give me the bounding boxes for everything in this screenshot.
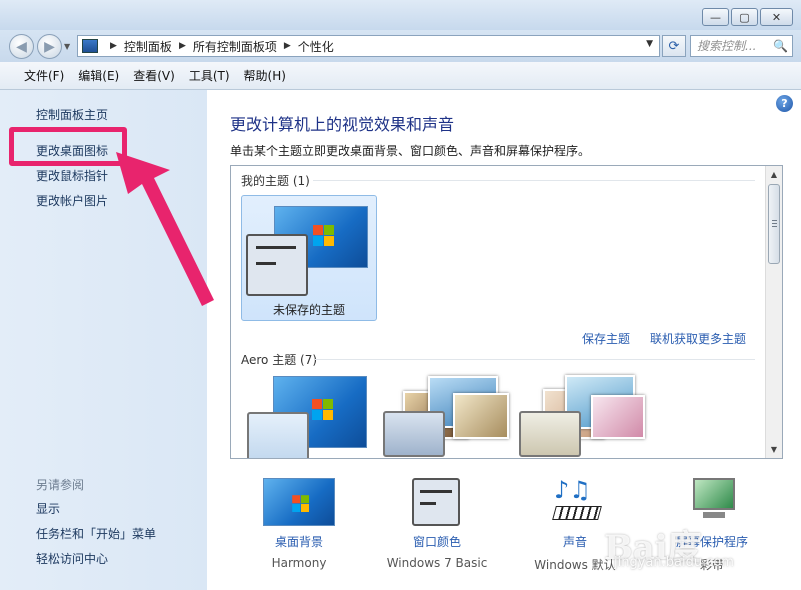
see-also-taskbar-start-menu[interactable]: 任务栏和「开始」菜单 bbox=[36, 525, 156, 542]
sidebar-item-change-account-picture[interactable]: 更改帐户图片 bbox=[36, 192, 108, 209]
windows-logo-icon bbox=[292, 495, 310, 513]
theme-aero-windows7[interactable] bbox=[247, 376, 377, 458]
search-box: 🔍 bbox=[690, 35, 793, 57]
desktop-background-value: Harmony bbox=[271, 556, 327, 570]
theme-aero-architecture[interactable] bbox=[383, 371, 513, 458]
title-bar: — ▢ ✕ bbox=[0, 0, 801, 30]
desktop-background-label: 桌面背景 bbox=[274, 535, 323, 549]
sidebar-item-control-panel-home[interactable]: 控制面板主页 bbox=[36, 106, 108, 123]
see-also-ease-of-access[interactable]: 轻松访问中心 bbox=[36, 550, 108, 567]
menu-file[interactable]: 文件(F) bbox=[24, 67, 64, 84]
main-content: ? 更改计算机上的视觉效果和声音 单击某个主题立即更改桌面背景、窗口颜色、声音和… bbox=[207, 90, 801, 590]
theme-unsaved[interactable]: 未保存的主题 bbox=[241, 195, 377, 321]
desktop-background-icon bbox=[263, 478, 335, 526]
windows-logo-icon bbox=[312, 399, 334, 421]
breadcrumb-all-items[interactable]: 所有控制面板项 bbox=[193, 38, 277, 55]
menu-tools[interactable]: 工具(T) bbox=[189, 67, 230, 84]
breadcrumb-separator-icon[interactable]: ▶ bbox=[110, 41, 117, 51]
page-subtitle: 单击某个主题立即更改桌面背景、窗口颜色、声音和屏幕保护程序。 bbox=[230, 144, 591, 158]
save-theme-link[interactable]: 保存主题 bbox=[582, 330, 630, 347]
theme-list: 我的主题 (1) 未保存的主题 保存主题 联机获取更多主题 Aero 主题 (7… bbox=[230, 165, 783, 459]
windows-logo-icon bbox=[313, 225, 335, 247]
my-themes-heading: 我的主题 (1) bbox=[241, 174, 310, 188]
see-also-display[interactable]: 显示 bbox=[36, 500, 60, 517]
sounds-icon: ♪♫ bbox=[548, 476, 604, 528]
sidebar-item-change-mouse-pointer[interactable]: 更改鼠标指针 bbox=[36, 167, 108, 184]
refresh-button[interactable]: ⟳ bbox=[662, 35, 686, 57]
minimize-button[interactable]: — bbox=[702, 8, 729, 26]
theme-name: 未保存的主题 bbox=[272, 303, 345, 317]
recent-pages-dropdown-icon[interactable]: ▼ bbox=[64, 42, 70, 51]
search-icon[interactable]: 🔍 bbox=[773, 39, 788, 53]
menu-view[interactable]: 查看(V) bbox=[133, 67, 175, 84]
control-panel-icon bbox=[82, 39, 98, 53]
scroll-thumb[interactable] bbox=[768, 184, 780, 264]
window-controls: — ▢ ✕ bbox=[702, 8, 793, 26]
back-button[interactable]: ◀ bbox=[9, 34, 34, 59]
see-also-heading: 另请参阅 bbox=[36, 478, 85, 492]
search-input[interactable] bbox=[691, 39, 773, 53]
get-more-themes-link[interactable]: 联机获取更多主题 bbox=[650, 330, 746, 347]
annotation-arrow-icon bbox=[116, 152, 214, 306]
page-title: 更改计算机上的视觉效果和声音 bbox=[230, 115, 455, 134]
music-note-icon: ♪♫ bbox=[554, 476, 591, 504]
piano-keys-icon bbox=[552, 506, 602, 520]
navigation-bar: ◀ ▶ ▼ ▶ 控制面板 ▶ 所有控制面板项 ▶ 个性化 ▼ ⟳ 🔍 bbox=[0, 30, 801, 62]
menu-help[interactable]: 帮助(H) bbox=[244, 67, 286, 84]
back-arrow-icon: ◀ bbox=[16, 38, 27, 55]
screen-saver-icon bbox=[689, 478, 739, 526]
desktop-background-setting[interactable]: 桌面背景 Harmony bbox=[234, 478, 364, 583]
watermark-url: jingyan.baidu.com bbox=[614, 555, 734, 570]
window-color-icon bbox=[412, 478, 460, 526]
menu-edit[interactable]: 编辑(E) bbox=[78, 67, 119, 84]
window-color-thumbnail bbox=[247, 412, 309, 458]
refresh-icon: ⟳ bbox=[668, 38, 680, 54]
window-color-thumbnail bbox=[246, 234, 308, 296]
forward-button[interactable]: ▶ bbox=[37, 34, 62, 59]
breadcrumb-separator-icon[interactable]: ▶ bbox=[284, 41, 291, 51]
group-divider bbox=[315, 359, 755, 360]
theme-aero-characters[interactable] bbox=[519, 371, 649, 458]
aero-themes-heading: Aero 主题 (7) bbox=[241, 353, 318, 367]
address-bar[interactable]: ▶ 控制面板 ▶ 所有控制面板项 ▶ 个性化 ▼ bbox=[77, 35, 660, 57]
window-color-setting[interactable]: 窗口颜色 Windows 7 Basic bbox=[372, 478, 502, 583]
close-button[interactable]: ✕ bbox=[760, 8, 793, 26]
address-dropdown-icon[interactable]: ▼ bbox=[646, 39, 653, 49]
maximize-button[interactable]: ▢ bbox=[731, 8, 758, 26]
window-color-thumbnail bbox=[519, 411, 581, 457]
window-color-label: 窗口颜色 bbox=[412, 535, 461, 549]
window-color-value: Windows 7 Basic bbox=[386, 556, 488, 570]
theme-list-scrollbar[interactable]: ▲ ▼ bbox=[765, 166, 782, 458]
menu-bar: 文件(F) 编辑(E) 查看(V) 工具(T) 帮助(H) bbox=[0, 62, 801, 90]
window-color-thumbnail bbox=[383, 411, 445, 457]
breadcrumb-control-panel[interactable]: 控制面板 bbox=[124, 38, 172, 55]
breadcrumb-separator-icon[interactable]: ▶ bbox=[179, 41, 186, 51]
scroll-up-icon[interactable]: ▲ bbox=[766, 166, 782, 183]
forward-arrow-icon: ▶ bbox=[44, 38, 55, 55]
help-icon[interactable]: ? bbox=[776, 95, 793, 112]
breadcrumb-personalization[interactable]: 个性化 bbox=[298, 38, 334, 55]
monitor-icon bbox=[693, 478, 735, 510]
scroll-down-icon[interactable]: ▼ bbox=[766, 441, 782, 458]
group-divider bbox=[313, 180, 755, 181]
